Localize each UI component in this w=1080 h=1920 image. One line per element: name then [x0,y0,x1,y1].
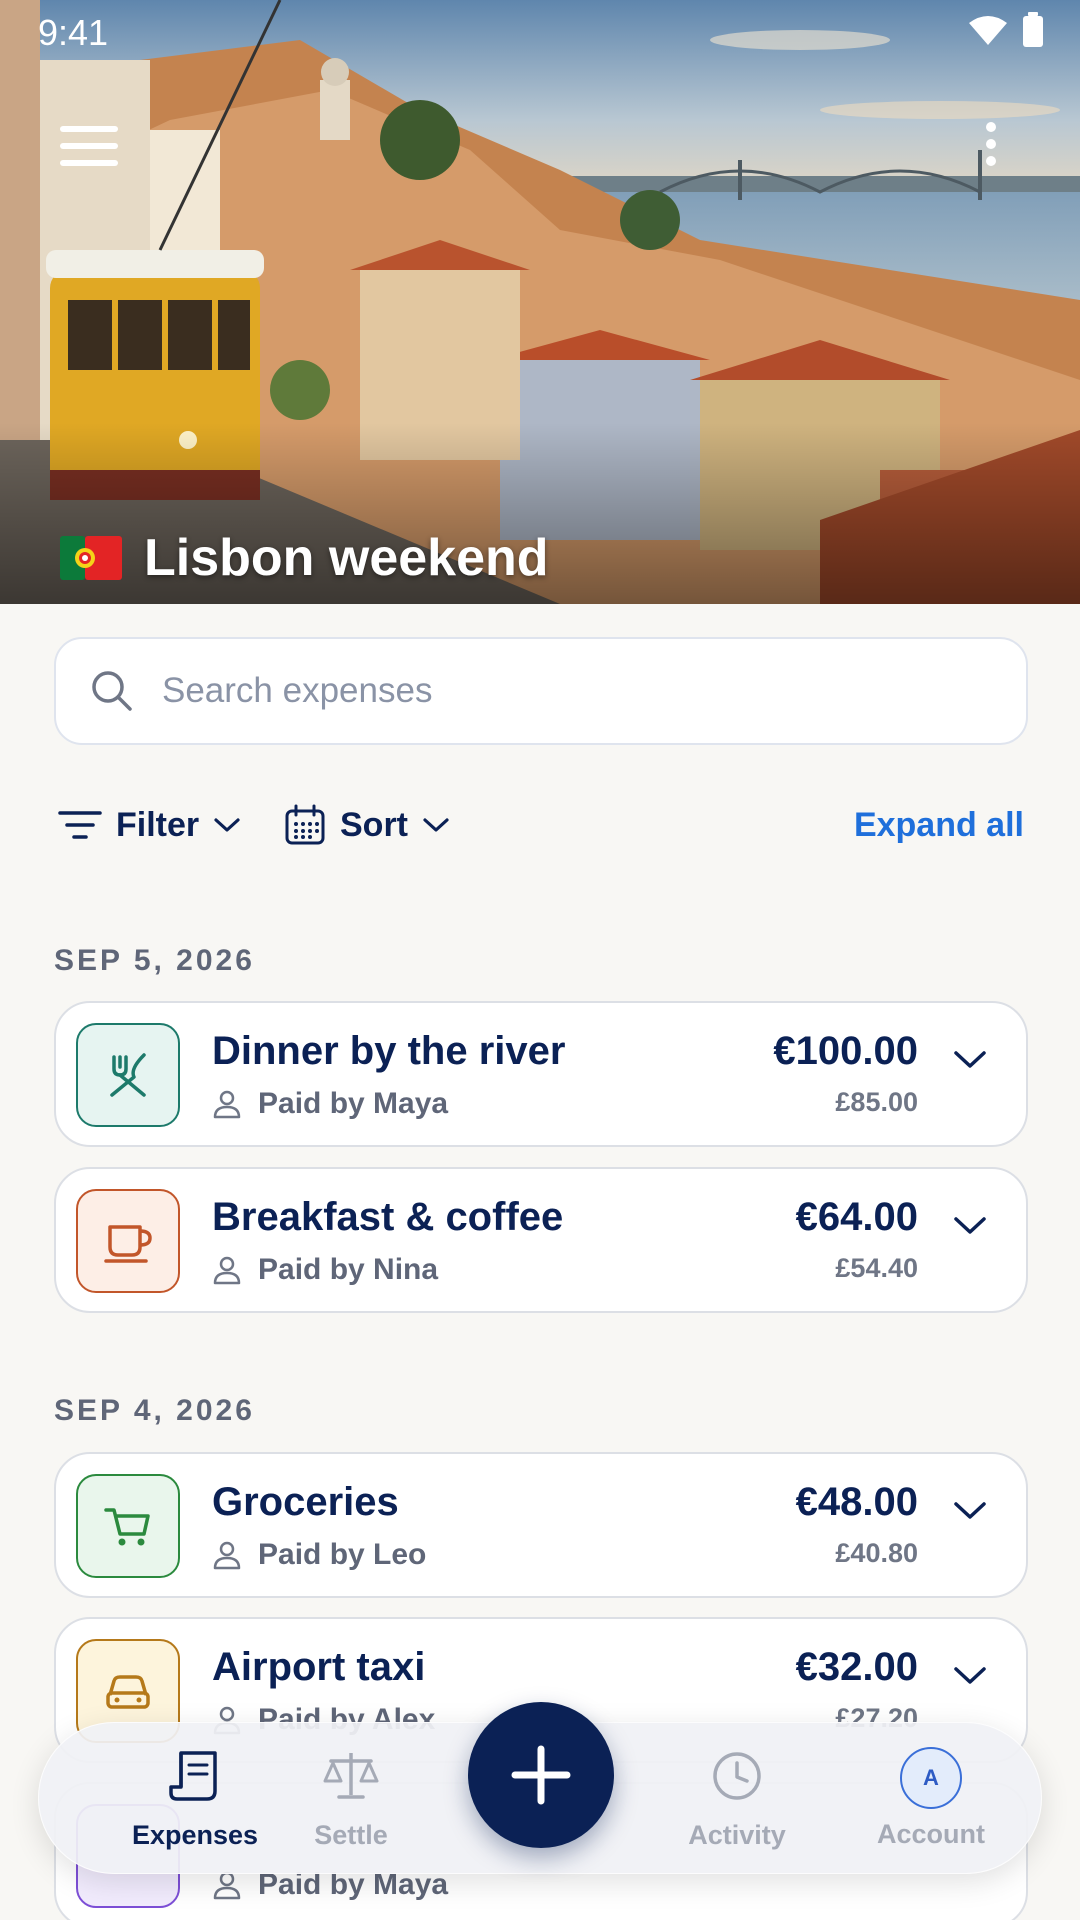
paid-by-label: Paid by Leo [258,1538,427,1571]
paid-by-label: Paid by Nina [258,1253,439,1286]
nav-expenses[interactable]: Expenses [115,1747,275,1851]
plus-icon [511,1745,571,1805]
person-icon [213,1256,241,1285]
chevron-down-icon[interactable] [952,1047,988,1071]
expense-title: Breakfast & coffee [212,1195,564,1239]
expense-card[interactable]: Dinner by the river Paid by Maya €100.00… [54,1001,1028,1147]
nav-activity-label: Activity [688,1820,786,1850]
date-header: SEP 5, 2026 [54,944,255,977]
nav-account[interactable]: A Account [851,1747,1011,1850]
person-icon [213,1541,241,1570]
more-options-icon[interactable] [980,122,1002,174]
nav-account-label: Account [877,1819,985,1849]
expand-all-link[interactable]: Expand all [854,798,1024,852]
filter-button[interactable]: Filter [58,798,241,852]
hamburger-menu-icon[interactable] [60,126,118,166]
utensils-icon [76,1023,180,1127]
calendar-icon [285,804,325,845]
trip-title: Lisbon weekend [144,529,549,587]
portugal-flag-icon [60,536,122,580]
search-icon [92,671,132,711]
clock-icon [713,1752,761,1800]
date-header: SEP 4, 2026 [54,1394,255,1427]
scale-icon [323,1753,379,1799]
lisbon-photo [0,0,1080,604]
nav-settle[interactable]: Settle [271,1747,431,1851]
chevron-down-icon[interactable] [952,1663,988,1687]
status-icons [968,12,1044,48]
receipt-icon [169,1751,217,1801]
sort-label: Sort [340,805,408,844]
trip-header: Lisbon weekend [60,528,549,588]
battery-icon [1023,12,1043,47]
wifi-icon [969,16,1007,45]
converted-amount: £40.80 [835,1538,918,1568]
expense-amount: €100.00 [773,1029,918,1073]
expense-amount: €64.00 [795,1195,918,1239]
chevron-down-icon[interactable] [952,1213,988,1237]
chevron-down-icon [423,818,449,832]
expense-title: Airport taxi [212,1645,426,1689]
nav-activity[interactable]: Activity [657,1747,817,1851]
nav-expenses-label: Expenses [131,1820,259,1850]
status-time: 9:41 [38,12,109,53]
expense-card[interactable]: Breakfast & coffee Paid by Nina €64.00 £… [54,1167,1028,1313]
hero-banner: 9:41 Lisbon weekend [0,0,1080,604]
person-icon [213,1871,241,1900]
search-bar[interactable] [54,637,1028,745]
avatar: A [900,1747,962,1809]
shopping-cart-icon [76,1474,180,1578]
add-expense-button[interactable] [468,1702,614,1848]
sort-button[interactable]: Sort [284,798,450,852]
search-input[interactable] [162,671,1026,711]
expense-amount: €32.00 [795,1645,918,1689]
expense-amount: €48.00 [795,1480,918,1524]
filter-label: Filter [116,805,200,844]
coffee-cup-icon [76,1189,180,1293]
expense-title: Dinner by the river [212,1029,566,1073]
paid-by: Paid by Leo [212,1538,426,1572]
filter-icon [58,811,102,839]
converted-amount: £54.40 [835,1253,918,1283]
paid-by: Paid by Maya [212,1087,448,1121]
person-icon [213,1090,241,1119]
chevron-down-icon[interactable] [952,1498,988,1522]
converted-amount: £85.00 [835,1087,918,1117]
list-toolbar: Filter Sort Expand all [58,798,1024,852]
paid-by-label: Paid by Maya [258,1087,449,1120]
chevron-down-icon [214,818,240,832]
expense-card[interactable]: Groceries Paid by Leo €48.00 £40.80 [54,1452,1028,1598]
paid-by: Paid by Nina [212,1253,438,1287]
expense-title: Groceries [212,1480,399,1524]
nav-settle-label: Settle [314,1820,388,1850]
